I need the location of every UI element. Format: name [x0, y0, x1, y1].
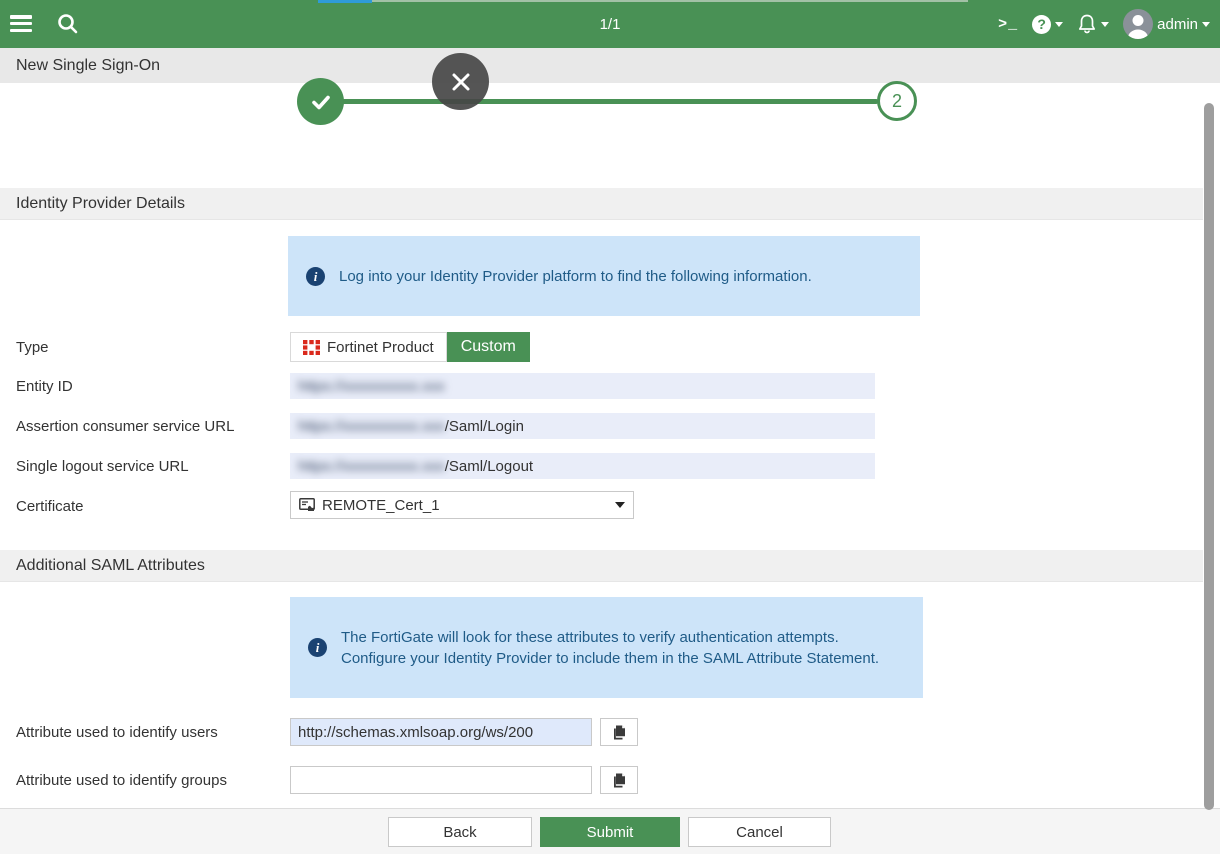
type-label: Type: [16, 333, 49, 361]
attr-groups-copy-button[interactable]: [600, 766, 638, 794]
section-header-saml-attributes: Additional SAML Attributes: [0, 550, 1220, 582]
acs-url-label: Assertion consumer service URL: [16, 412, 234, 440]
attr-groups-label: Attribute used to identify groups: [16, 766, 227, 794]
close-icon: [450, 71, 472, 93]
type-option-label: Fortinet Product: [327, 339, 434, 356]
slo-url-suffix: /Saml/Logout: [445, 458, 533, 475]
acs-url-redacted-value: https://xxxxxxxxxx.xxx: [298, 418, 445, 435]
notifications-menu[interactable]: [1077, 13, 1109, 35]
copy-icon: [611, 772, 627, 789]
stepper-step1-complete: [297, 78, 344, 125]
browser-edge-artifact: [372, 0, 968, 2]
info-icon: i: [306, 267, 325, 286]
idp-info-text: Log into your Identity Provider platform…: [339, 266, 812, 287]
certificate-icon: [299, 498, 315, 512]
admin-menu[interactable]: admin: [1123, 9, 1210, 39]
scrollbar-thumb[interactable]: [1204, 103, 1214, 810]
top-navbar: 1/1 >_ ? admin: [0, 0, 1220, 48]
slo-url-redacted-value: https://xxxxxxxxxx.xxx: [298, 458, 445, 475]
submit-button[interactable]: Submit: [540, 817, 680, 847]
cancel-button[interactable]: Cancel: [688, 817, 831, 847]
attr-groups-input[interactable]: [290, 766, 592, 794]
attr-users-copy-button[interactable]: [600, 718, 638, 746]
fortinet-logo-icon: [303, 340, 320, 355]
check-icon: [309, 90, 333, 114]
type-option-label: Custom: [461, 338, 516, 356]
acs-url-suffix: /Saml/Login: [445, 418, 524, 435]
attr-users-label: Attribute used to identify users: [16, 718, 218, 746]
idp-info-box: i Log into your Identity Provider platfo…: [288, 236, 920, 316]
saml-info-box: i The FortiGate will look for these attr…: [290, 597, 923, 698]
type-segmented-control: Fortinet Product Custom: [290, 332, 530, 362]
help-menu[interactable]: ?: [1032, 15, 1063, 34]
type-option-fortinet-product[interactable]: Fortinet Product: [290, 332, 447, 362]
help-icon: ?: [1032, 15, 1051, 34]
slo-url-field[interactable]: https://xxxxxxxxxx.xxx /Saml/Logout: [290, 453, 875, 479]
saml-info-text: The FortiGate will look for these attrib…: [341, 627, 886, 669]
fortigate-sso-wizard: 1/1 >_ ? admin New Single Sign-On: [0, 0, 1220, 854]
copy-icon: [611, 724, 627, 741]
stepper-step2: 2: [877, 81, 917, 121]
stepper-progress-line: [342, 99, 878, 104]
section-header-idp: Identity Provider Details: [0, 188, 1220, 220]
certificate-label: Certificate: [16, 492, 84, 520]
bell-icon: [1077, 13, 1097, 35]
entity-id-field[interactable]: https://xxxxxxxxxx.xxx: [290, 373, 875, 399]
dropdown-caret-icon: [615, 502, 625, 508]
entity-id-redacted-value: https://xxxxxxxxxx.xxx: [298, 378, 445, 395]
slo-url-label: Single logout service URL: [16, 452, 189, 480]
browser-edge-artifact: [318, 0, 372, 3]
page-title: New Single Sign-On: [0, 48, 1220, 83]
acs-url-field[interactable]: https://xxxxxxxxxx.xxx /Saml/Login: [290, 413, 875, 439]
cli-console-icon[interactable]: >_: [998, 16, 1018, 33]
close-button[interactable]: [432, 53, 489, 110]
avatar: [1123, 9, 1153, 39]
attr-users-input[interactable]: [290, 718, 592, 746]
admin-username: admin: [1157, 16, 1198, 33]
chevron-down-icon: [1202, 22, 1210, 27]
info-icon: i: [308, 638, 327, 657]
back-button[interactable]: Back: [388, 817, 532, 847]
wizard-footer: Back Submit Cancel: [0, 808, 1220, 854]
chevron-down-icon: [1101, 22, 1109, 27]
certificate-dropdown[interactable]: REMOTE_Cert_1: [290, 491, 634, 519]
entity-id-label: Entity ID: [16, 372, 73, 400]
chevron-down-icon: [1055, 22, 1063, 27]
certificate-value: REMOTE_Cert_1: [322, 497, 615, 514]
type-option-custom-selected[interactable]: Custom: [447, 332, 530, 362]
